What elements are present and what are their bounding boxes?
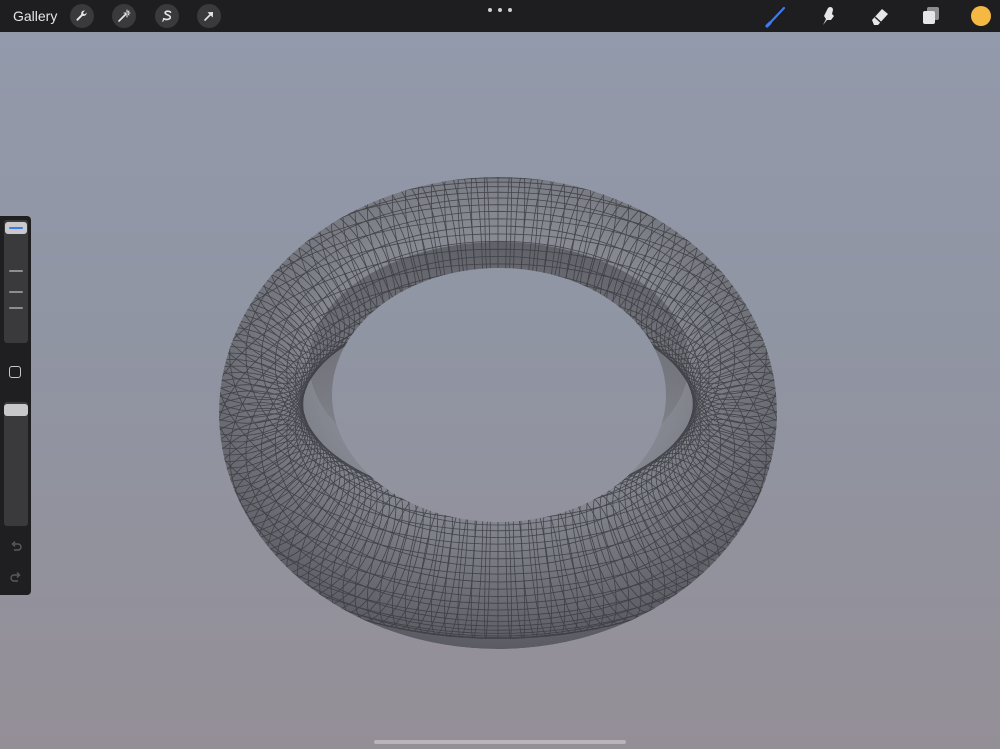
layers-button[interactable] xyxy=(918,4,944,28)
brush-opacity-thumb[interactable] xyxy=(4,404,28,416)
eraser-tool-button[interactable] xyxy=(867,4,893,28)
square-modify-icon[interactable] xyxy=(9,366,21,378)
layers-icon xyxy=(923,7,939,24)
top-toolbar: Gallery xyxy=(0,0,1000,32)
redo-button[interactable] xyxy=(8,569,23,584)
transform-button[interactable] xyxy=(197,4,221,28)
home-indicator[interactable] xyxy=(374,740,626,744)
brush-icon xyxy=(765,6,786,28)
size-tick xyxy=(9,307,23,309)
gallery-button[interactable]: Gallery xyxy=(13,8,57,24)
smudge-finger-icon xyxy=(823,6,834,25)
color-picker-button[interactable] xyxy=(971,6,991,26)
size-tick xyxy=(9,270,23,272)
torus-wireframe-illustration xyxy=(155,168,840,649)
actions-button[interactable] xyxy=(70,4,94,28)
left-sidebar xyxy=(0,216,31,595)
arrow-cursor-icon xyxy=(204,12,213,21)
brush-size-thumb[interactable] xyxy=(5,222,27,234)
magic-wand-icon xyxy=(118,9,131,22)
selection-s-icon xyxy=(162,10,172,22)
selection-button[interactable] xyxy=(155,4,179,28)
eraser-icon xyxy=(872,9,888,25)
ellipsis-icon[interactable] xyxy=(488,5,512,15)
wrench-icon xyxy=(76,10,87,21)
dot xyxy=(498,8,502,12)
size-tick xyxy=(9,291,23,293)
redo-icon xyxy=(9,571,20,582)
smudge-tool-button[interactable] xyxy=(815,4,841,28)
brush-opacity-slider[interactable] xyxy=(4,402,28,526)
dot xyxy=(508,8,512,12)
undo-icon xyxy=(11,540,22,551)
brush-size-slider[interactable] xyxy=(4,220,28,343)
undo-button[interactable] xyxy=(8,538,23,553)
adjustments-button[interactable] xyxy=(112,4,136,28)
brush-tool-button[interactable] xyxy=(764,4,790,28)
dot xyxy=(488,8,492,12)
torus-body xyxy=(155,168,840,649)
drawing-canvas[interactable] xyxy=(0,32,1000,749)
